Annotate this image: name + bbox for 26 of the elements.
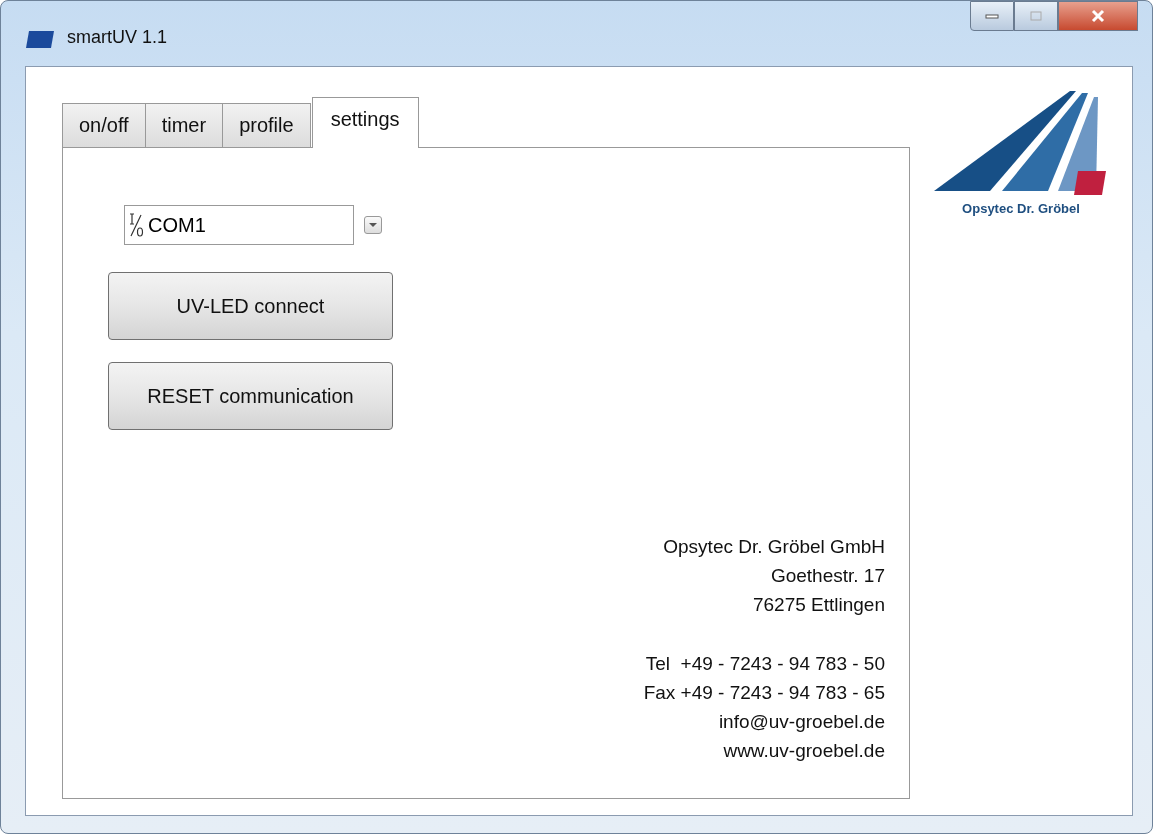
- contact-line: Tel +49 - 7243 - 94 783 - 50: [645, 652, 885, 676]
- contact-line: Fax +49 - 7243 - 94 783 - 65: [643, 681, 885, 705]
- maximize-icon: [1028, 10, 1044, 22]
- tab[interactable]: profile: [222, 103, 311, 147]
- close-icon: [1089, 9, 1107, 23]
- port-dropdown[interactable]: COM1: [124, 205, 354, 245]
- minimize-button[interactable]: [970, 1, 1014, 31]
- minimize-icon: [984, 12, 1000, 20]
- contact-line: info@uv-groebel.de: [718, 710, 885, 734]
- caret-icon: [368, 222, 378, 228]
- address-line: 76275 Ettlingen: [752, 593, 885, 617]
- tab[interactable]: on/off: [62, 103, 146, 147]
- window-title: smartUV 1.1: [67, 27, 168, 48]
- close-button[interactable]: [1058, 1, 1138, 31]
- contact-line: www.uv-groebel.de: [723, 739, 885, 763]
- address-line: Goethestr. 17: [770, 564, 885, 588]
- tab[interactable]: timer: [144, 103, 224, 147]
- port-icon: [128, 211, 144, 239]
- tab[interactable]: settings: [311, 97, 419, 148]
- action-button[interactable]: UV-LED connect: [108, 272, 393, 340]
- action-button[interactable]: RESET communication: [108, 362, 393, 430]
- logo-text: Opsytec Dr. Gröbel: [962, 201, 1080, 216]
- app-icon: [25, 29, 55, 49]
- dropdown-button[interactable]: [364, 216, 382, 234]
- maximize-button[interactable]: [1014, 1, 1058, 31]
- address-line: Opsytec Dr. Gröbel GmbH: [663, 535, 885, 559]
